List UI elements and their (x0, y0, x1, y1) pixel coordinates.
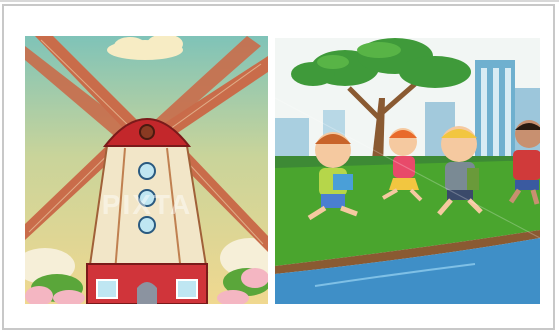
door (137, 282, 157, 304)
watermark: PIXTA (102, 189, 192, 220)
children-park-image (275, 38, 540, 304)
windmill-image: PIXTA (25, 36, 268, 304)
windmill-hub (139, 124, 155, 140)
windmill-illustration: PIXTA (25, 36, 268, 304)
park-illustration (275, 38, 540, 304)
top-border (0, 0, 559, 2)
